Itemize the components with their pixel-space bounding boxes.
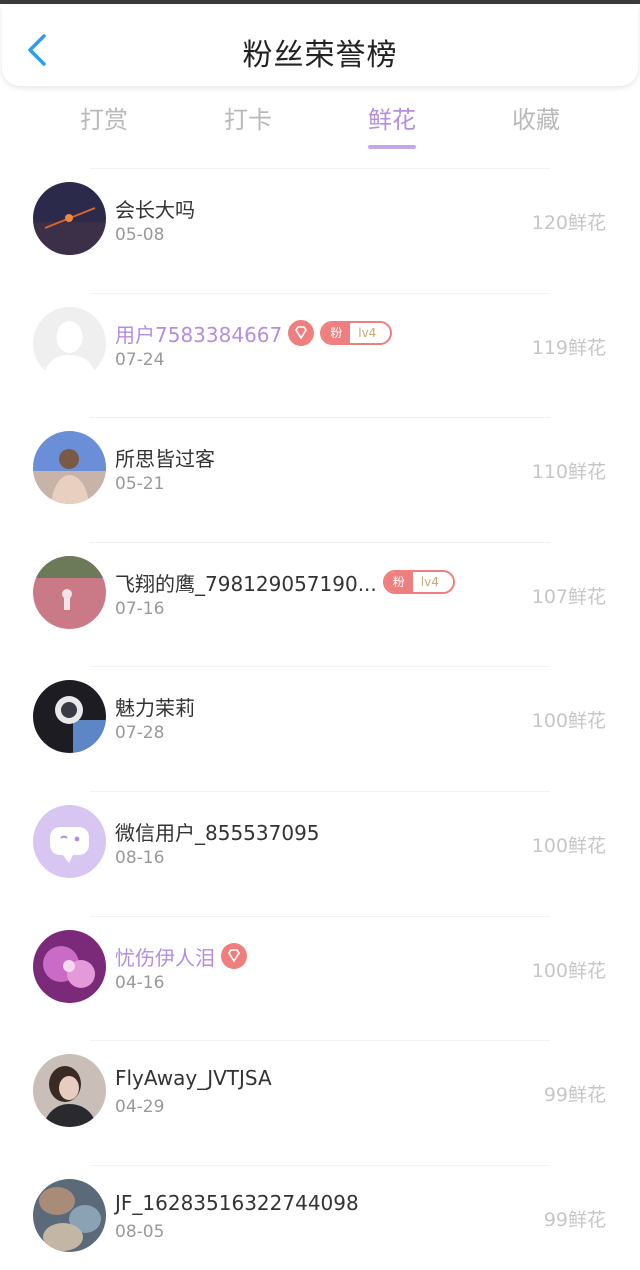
flower-count: 100鲜花 — [531, 959, 606, 982]
fan-name: FlyAway_JVTJSA — [115, 1066, 272, 1091]
status-bar-line — [0, 0, 640, 4]
fan-date: 05-08 — [115, 225, 165, 245]
flower-count: 110鲜花 — [531, 461, 606, 484]
list-item[interactable]: 会长大吗 05-08 120鲜花 — [0, 168, 640, 293]
flower-count: 99鲜花 — [543, 1084, 606, 1107]
header-bar: 粉丝荣誉榜 — [2, 6, 638, 86]
list-item[interactable]: 飞翔的鹰_798129057190... 粉 lv4 07-16 107鲜花 — [0, 541, 640, 667]
active-tab-indicator — [368, 145, 416, 149]
list-item[interactable]: 魅力茉莉 07-28 100鲜花 — [0, 666, 640, 791]
tab-favorites[interactable]: 收藏 — [476, 100, 596, 152]
list-item[interactable]: 忧伤伊人泪 04-16 100鲜花 — [0, 915, 640, 1041]
diamond-badge — [221, 942, 247, 969]
fan-date: 07-28 — [115, 723, 165, 744]
avatar — [33, 1178, 106, 1252]
avatar — [33, 306, 106, 380]
chat-bubble-icon — [33, 804, 106, 878]
fan-label: 粉 — [384, 571, 413, 592]
fan-date: 08-16 — [115, 847, 165, 868]
fan-name: 用户7583384667 — [115, 322, 283, 347]
diamond-icon — [295, 325, 308, 340]
list-item[interactable]: 微信用户_855537095 08-16 100鲜花 — [0, 790, 640, 916]
fan-date: 08-05 — [115, 1221, 165, 1242]
fan-level-badge: 粉 lv4 — [320, 320, 393, 345]
fan-name: 魅力茉莉 — [115, 696, 195, 721]
list-item[interactable]: FlyAway_JVTJSA 04-29 99鲜花 — [0, 1040, 640, 1165]
list-item[interactable]: JF_16283516322744098 08-05 99鲜花 — [0, 1164, 640, 1270]
list-item[interactable]: 所思皆过客 05-21 110鲜花 — [0, 417, 640, 542]
avatar — [33, 182, 106, 255]
fan-name: 会长大吗 — [115, 198, 195, 222]
fan-date: 05-21 — [115, 474, 165, 495]
avatar — [33, 680, 106, 754]
fan-level: lv4 — [358, 325, 377, 340]
avatar — [33, 1054, 106, 1128]
fan-name: 所思皆过客 — [115, 447, 215, 472]
fan-label: 粉 — [322, 322, 351, 343]
diamond-icon — [228, 948, 240, 963]
tab-bar: 打赏 打卡 鲜花 收藏 — [0, 100, 640, 156]
fan-list: 会长大吗 05-08 120鲜花 用户7583384667 粉 lv4 07-24 … — [0, 168, 640, 1270]
list-item[interactable]: 用户7583384667 粉 lv4 07-24 119鲜花 — [0, 292, 640, 418]
tab-checkin[interactable]: 打卡 — [188, 100, 308, 152]
diamond-badge — [288, 319, 315, 346]
fan-level-badge: 粉 lv4 — [382, 569, 455, 594]
flower-count: 100鲜花 — [531, 834, 606, 857]
tab-reward[interactable]: 打赏 — [44, 100, 164, 152]
avatar — [33, 804, 106, 878]
avatar — [33, 929, 106, 1003]
fan-date: 07-16 — [115, 598, 165, 619]
fan-name: 微信用户_855537095 — [115, 820, 320, 845]
fan-name: 忧伤伊人泪 — [115, 945, 215, 970]
fan-name-row: 飞翔的鹰_798129057190... 粉 lv4 — [115, 568, 455, 597]
flower-count: 119鲜花 — [531, 336, 606, 359]
fan-name-row: 忧伤伊人泪 — [115, 942, 247, 971]
flower-count: 107鲜花 — [531, 585, 606, 608]
avatar — [33, 431, 106, 505]
fan-level: lv4 — [420, 574, 439, 589]
flower-count: 120鲜花 — [531, 212, 606, 234]
fan-date: 04-29 — [115, 1097, 165, 1118]
fan-name: JF_16283516322744098 — [115, 1190, 359, 1215]
fan-name: 飞翔的鹰_798129057190... — [115, 571, 377, 596]
flower-count: 100鲜花 — [531, 710, 606, 733]
fan-name-row: 用户7583384667 粉 lv4 — [115, 319, 393, 348]
fan-date: 07-24 — [115, 349, 165, 370]
flower-count: 99鲜花 — [543, 1208, 606, 1231]
page-title: 粉丝荣誉榜 — [242, 38, 398, 73]
avatar — [33, 555, 106, 629]
fan-date: 04-16 — [115, 972, 165, 993]
